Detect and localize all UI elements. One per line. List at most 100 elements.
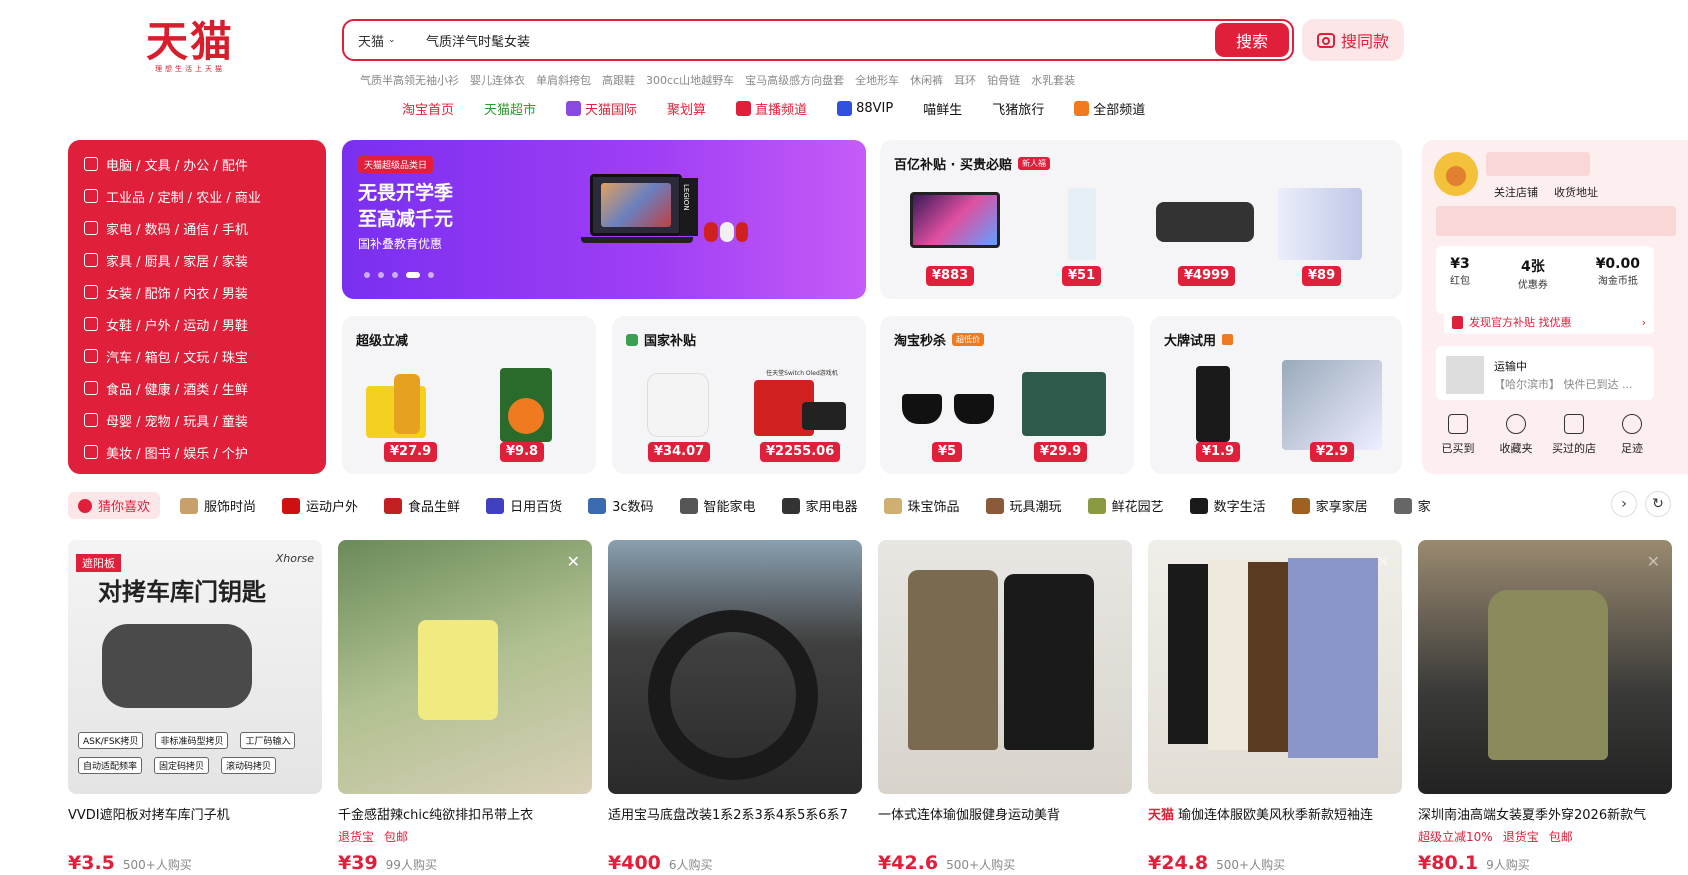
product-price: ¥24.8 [1148, 852, 1209, 874]
feed-tab[interactable]: 食品生鲜 [384, 496, 460, 515]
nav-item[interactable]: 聚划算 [667, 98, 706, 118]
hot-word[interactable]: 休闲裤 [910, 72, 943, 88]
tmall-logo[interactable]: 天猫 理想生活上天猫 [140, 18, 240, 74]
nav-item[interactable]: 天猫国际 [566, 98, 637, 118]
product-title[interactable]: 天猫 瑜伽连体服欧美风秋季新款短袖连 [1148, 804, 1402, 822]
category-row[interactable]: 食品 / 健康 / 酒类 / 生鲜 [84, 372, 310, 404]
hot-word[interactable]: 耳环 [954, 72, 976, 88]
search-scope-select[interactable]: 天猫 ⌄ [358, 31, 418, 50]
feed-tab[interactable]: 日用百货 [486, 496, 562, 515]
shortcut-receipt[interactable]: 已买到 [1430, 414, 1486, 456]
nav-item[interactable]: 天猫超市 [484, 98, 536, 118]
refresh-button[interactable]: ↻ [1645, 491, 1671, 517]
promo-card-brand-trial[interactable]: 大牌试用 ¥1.9 ¥2.9 [1150, 316, 1402, 474]
product-image[interactable]: 遮阳板 Xhorse 对拷车库门钥匙 ASK/FSK拷贝 非标准码型拷贝 工厂码输入 自动适… [68, 540, 322, 794]
stat-coupons[interactable]: 4张 优惠券 [1518, 256, 1548, 304]
tabs-next-button[interactable]: › [1611, 491, 1637, 517]
nav-item[interactable]: 淘宝首页 [402, 98, 454, 118]
feed-tab[interactable]: 运动户外 [282, 496, 358, 515]
promo-card-instant-discount[interactable]: 超级立减 ¥27.9 ¥9.8 [342, 316, 596, 474]
shortcut-shop[interactable]: 买过的店 [1546, 414, 1602, 456]
pager-dot-active[interactable] [406, 272, 420, 278]
product-image[interactable]: ✕ [1418, 540, 1672, 794]
shipping-status[interactable]: 运输中 【哈尔滨市】 快件已到达 ... [1436, 346, 1654, 400]
subsidy-card[interactable]: 百亿补贴 · 买贵必赔 新人福 ¥883 ¥51 ¥4999 ¥89 [880, 140, 1402, 299]
promo-card-national-subsidy[interactable]: 国家补贴 任天堂Switch Oled游戏机 ¥34.07 ¥2255.06 [612, 316, 866, 474]
hot-word[interactable]: 宝马高级感方向盘套 [745, 72, 844, 88]
product-title[interactable]: 一体式连体瑜伽服健身运动美背 [878, 804, 1132, 822]
feed-tab[interactable]: 智能家电 [679, 496, 756, 515]
feed-tab[interactable]: 家 [1393, 496, 1431, 515]
hot-word[interactable]: 单肩斜挎包 [536, 72, 591, 88]
category-row[interactable]: 母婴 / 宠物 / 玩具 / 童装 [84, 404, 310, 436]
category-row[interactable]: 家电 / 数码 / 通信 / 手机 [84, 212, 310, 244]
category-row[interactable]: 工业品 / 定制 / 农业 / 商业 [84, 180, 310, 212]
shortcut-clock[interactable]: 足迹 [1604, 414, 1660, 456]
product-title[interactable]: 深圳南油高端女装夏季外穿2026新款气 [1418, 804, 1672, 822]
pager-dot[interactable] [392, 272, 398, 278]
feed-tab[interactable]: 珠宝饰品 [883, 496, 960, 515]
product-card[interactable]: ✕ 天猫 瑜伽连体服欧美风秋季新款短袖连 ¥24.8 500+人购买 [1148, 540, 1402, 874]
nav-item[interactable]: 飞猪旅行 [992, 98, 1044, 118]
product-card[interactable]: 一体式连体瑜伽服健身运动美背 ¥42.6 500+人购买 [878, 540, 1132, 874]
hot-word[interactable]: 水乳套装 [1031, 72, 1075, 88]
product-image[interactable]: ✕ [338, 540, 592, 794]
pager-dot[interactable] [428, 272, 434, 278]
close-icon[interactable]: ✕ [1647, 552, 1660, 571]
feed-tab[interactable]: 家用电器 [781, 496, 858, 515]
feed-tab[interactable]: 服饰时尚 [180, 496, 256, 515]
product-image[interactable]: ✕ [1148, 540, 1402, 794]
product-title[interactable]: VVDI遮阳板对拷车库门子机 [68, 804, 322, 822]
search-input[interactable] [418, 32, 1215, 48]
stat-red-packet[interactable]: ¥3 红包 [1450, 256, 1470, 304]
category-icon [84, 381, 98, 395]
close-icon[interactable]: ✕ [567, 552, 580, 571]
nav-item[interactable]: 直播频道 [736, 98, 807, 118]
product-card[interactable]: ✕ 千金感甜辣chic纯欲排扣吊带上衣 退货宝 包邮 ¥39 99人购买 [338, 540, 592, 874]
category-row[interactable]: 家具 / 厨具 / 家居 / 家装 [84, 244, 310, 276]
hot-word[interactable]: 婴儿连体衣 [470, 72, 525, 88]
category-row[interactable]: 女装 / 配饰 / 内衣 / 男装 [84, 276, 310, 308]
hot-word[interactable]: 铂骨链 [987, 72, 1020, 88]
product-image[interactable] [608, 540, 862, 794]
shortcut-star[interactable]: 收藏夹 [1488, 414, 1544, 456]
category-row[interactable]: 女鞋 / 户外 / 运动 / 男鞋 [84, 308, 310, 340]
category-row[interactable]: 美妆 / 图书 / 娱乐 / 个护 [84, 436, 310, 468]
feed-tab[interactable]: 猜你喜欢 [68, 492, 161, 519]
nav-item[interactable]: 全部频道 [1074, 98, 1145, 118]
search-button[interactable]: 搜索 [1215, 23, 1289, 57]
search-same-button[interactable]: 搜同款 [1302, 19, 1404, 61]
follow-shops-link[interactable]: 关注店铺 [1494, 184, 1538, 200]
hot-word[interactable]: 高跟鞋 [602, 72, 635, 88]
official-subsidy-link[interactable]: 发现官方补贴 找优惠 › [1444, 310, 1654, 334]
nav-item[interactable]: 喵鲜生 [923, 98, 962, 118]
product-card[interactable]: 遮阳板 Xhorse 对拷车库门钥匙 ASK/FSK拷贝 非标准码型拷贝 工厂码输入 自动适… [68, 540, 322, 874]
promo-card-flash-sale[interactable]: 淘宝秒杀 超低价 ¥5 ¥29.9 [880, 316, 1134, 474]
close-icon[interactable]: ✕ [1377, 552, 1390, 571]
category-row[interactable]: 汽车 / 箱包 / 文玩 / 珠宝 [84, 340, 310, 372]
stat-coins[interactable]: ¥0.00 淘金币抵 [1596, 256, 1640, 304]
banner-headline: 无畏开学季 至高减千元 [358, 182, 454, 230]
feed-tab[interactable]: 家享家居 [1291, 496, 1368, 515]
address-link[interactable]: 收货地址 [1554, 184, 1598, 200]
hot-word[interactable]: 全地形车 [855, 72, 899, 88]
hero-banner[interactable]: 天猫超级品类日 无畏开学季 至高减千元 国补叠教育优惠 LEGION [342, 140, 866, 299]
product-title[interactable]: 适用宝马底盘改装1系2系3系4系5系6系7 [608, 804, 862, 822]
pager-dot[interactable] [378, 272, 384, 278]
category-icon [84, 253, 98, 267]
product-card[interactable]: ✕ 深圳南油高端女装夏季外穿2026新款气 超级立减10% 退货宝 包邮 ¥80.1 9人购… [1418, 540, 1672, 874]
product-title[interactable]: 千金感甜辣chic纯欲排扣吊带上衣 [338, 804, 592, 822]
legion-box: LEGION [680, 178, 698, 236]
feed-tab[interactable]: 鲜花园艺 [1087, 496, 1164, 515]
nav-item[interactable]: 88VIP [837, 98, 893, 118]
feed-tab[interactable]: 3c数码 [588, 496, 654, 515]
product-card[interactable]: 适用宝马底盘改装1系2系3系4系5系6系7 ¥400 6人购买 [608, 540, 862, 874]
product-image[interactable] [878, 540, 1132, 794]
feed-tab[interactable]: 玩具潮玩 [985, 496, 1062, 515]
hot-word[interactable]: 气质半高领无袖小衫 [360, 72, 459, 88]
avatar[interactable] [1434, 152, 1478, 196]
hot-word[interactable]: 300cc山地越野车 [646, 72, 734, 88]
feed-tab[interactable]: 数字生活 [1189, 496, 1266, 515]
pager-dot[interactable] [364, 272, 370, 278]
category-row[interactable]: 电脑 / 文具 / 办公 / 配件 [84, 148, 310, 180]
